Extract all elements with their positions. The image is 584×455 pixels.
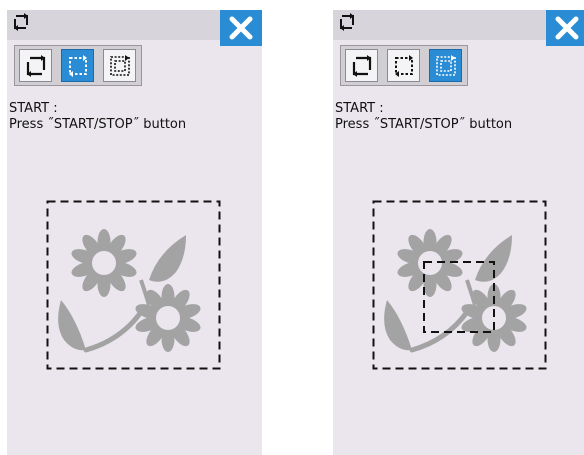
trace-design-frame-button[interactable] <box>387 49 420 82</box>
frame-trace-icon <box>14 13 28 31</box>
flower-embroidery-design <box>58 229 202 353</box>
trace-design-frame-icon <box>68 54 87 77</box>
trace-inner-frame-button[interactable] <box>429 49 462 82</box>
trace-outer-frame-button[interactable] <box>19 49 52 82</box>
message-line-2: Press ˝START/STOP˝ button <box>9 117 187 132</box>
instruction-message: START : Press ˝START/STOP˝ button <box>9 101 186 133</box>
trace-inner-frame-icon <box>435 54 456 76</box>
close-x-icon <box>555 16 579 40</box>
trace-outer-frame-icon <box>352 54 371 77</box>
flower-embroidery-design <box>384 229 528 353</box>
message-line-2: Press ˝START/STOP˝ button <box>335 117 513 132</box>
close-button[interactable] <box>220 10 262 46</box>
screen-design-frame-trace: START : Press ˝START/STOP˝ button <box>7 10 262 455</box>
trace-mode-selector <box>14 45 142 86</box>
trace-outer-frame-icon <box>26 54 45 77</box>
trace-inner-frame-icon <box>109 54 130 76</box>
trace-outer-frame-button[interactable] <box>345 49 378 82</box>
trace-mode-selector <box>340 45 468 86</box>
trace-inner-frame-button[interactable] <box>103 49 136 82</box>
trace-design-frame-icon <box>394 54 413 77</box>
message-line-1: START : <box>9 101 58 116</box>
frame-trace-icon <box>340 13 354 31</box>
screen-inner-frame-trace: START : Press ˝START/STOP˝ button <box>333 10 584 455</box>
close-x-icon <box>229 16 253 40</box>
message-line-1: START : <box>335 101 384 116</box>
design-preview <box>46 200 221 370</box>
instruction-message: START : Press ˝START/STOP˝ button <box>335 101 512 133</box>
design-preview <box>372 200 547 370</box>
trace-design-frame-button[interactable] <box>61 49 94 82</box>
close-button[interactable] <box>546 10 584 46</box>
